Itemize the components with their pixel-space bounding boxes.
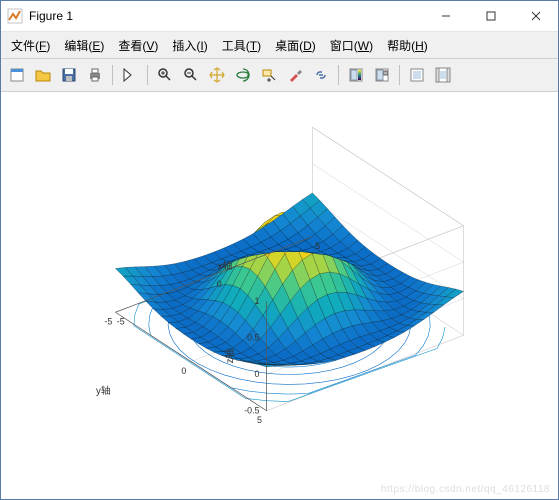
menubar: 文件(F)编辑(E)查看(V)插入(I)工具(T)桌面(D)窗口(W)帮助(H)	[1, 32, 558, 59]
svg-text:0.5: 0.5	[247, 332, 259, 342]
open-file-button[interactable]	[31, 63, 55, 87]
svg-text:0: 0	[217, 279, 222, 289]
svg-text:1: 1	[255, 296, 260, 306]
toolbar	[1, 59, 558, 92]
svg-text:-0.5: -0.5	[244, 405, 259, 415]
figure-axes-area[interactable]: -0.5 0 0.5 1 -5 0 5 -5 0 5 x轴 y轴 z轴 https://blog.csd…	[1, 92, 558, 499]
brush-button[interactable]	[283, 63, 307, 87]
edit-plot-button[interactable]	[118, 63, 142, 87]
menu-d[interactable]: 桌面(D)	[269, 35, 322, 56]
zoom-in-button[interactable]	[153, 63, 177, 87]
insert-colorbar-button[interactable]	[344, 63, 368, 87]
toolbar-separator	[338, 65, 339, 85]
rotate-3d-button[interactable]	[231, 63, 255, 87]
svg-text:z轴: z轴	[223, 348, 236, 363]
close-button[interactable]	[513, 2, 558, 31]
svg-text:y轴: y轴	[96, 384, 111, 397]
window-title: Figure 1	[29, 9, 423, 23]
menu-t[interactable]: 工具(T)	[216, 35, 267, 56]
svg-text:5: 5	[315, 241, 320, 251]
maximize-button[interactable]	[468, 2, 513, 31]
toolbar-separator	[399, 65, 400, 85]
menu-v[interactable]: 查看(V)	[112, 35, 164, 56]
pan-button[interactable]	[205, 63, 229, 87]
menu-i[interactable]: 插入(I)	[166, 35, 213, 56]
titlebar: Figure 1	[1, 1, 558, 32]
figure-window: Figure 1 文件(F)编辑(E)查看(V)插入(I)工具(T)桌面(D)窗…	[0, 0, 559, 500]
minimize-button[interactable]	[423, 2, 468, 31]
zoom-out-button[interactable]	[179, 63, 203, 87]
new-figure-button[interactable]	[5, 63, 29, 87]
menu-h[interactable]: 帮助(H)	[381, 35, 434, 56]
toolbar-separator	[147, 65, 148, 85]
hide-plot-tools-button[interactable]	[405, 63, 429, 87]
data-cursor-button[interactable]	[257, 63, 281, 87]
link-button[interactable]	[309, 63, 333, 87]
axes-3d[interactable]: -0.5 0 0.5 1 -5 0 5 -5 0 5 x轴 y轴 z轴	[51, 112, 528, 449]
svg-text:-5: -5	[104, 317, 112, 327]
toolbar-separator	[112, 65, 113, 85]
svg-text:x轴: x轴	[218, 259, 233, 272]
svg-text:0: 0	[181, 366, 186, 376]
show-plot-tools-button[interactable]	[431, 63, 455, 87]
print-button[interactable]	[83, 63, 107, 87]
menu-e[interactable]: 编辑(E)	[58, 35, 110, 56]
svg-text:5: 5	[257, 415, 262, 425]
svg-text:0: 0	[255, 369, 260, 379]
menu-w[interactable]: 窗口(W)	[324, 35, 379, 56]
menu-f[interactable]: 文件(F)	[5, 35, 56, 56]
watermark: https://blog.csdn.net/qq_46126118	[381, 484, 550, 495]
svg-text:-5: -5	[117, 317, 125, 327]
save-button[interactable]	[57, 63, 81, 87]
matlab-figure-icon	[7, 8, 23, 24]
insert-legend-button[interactable]	[370, 63, 394, 87]
